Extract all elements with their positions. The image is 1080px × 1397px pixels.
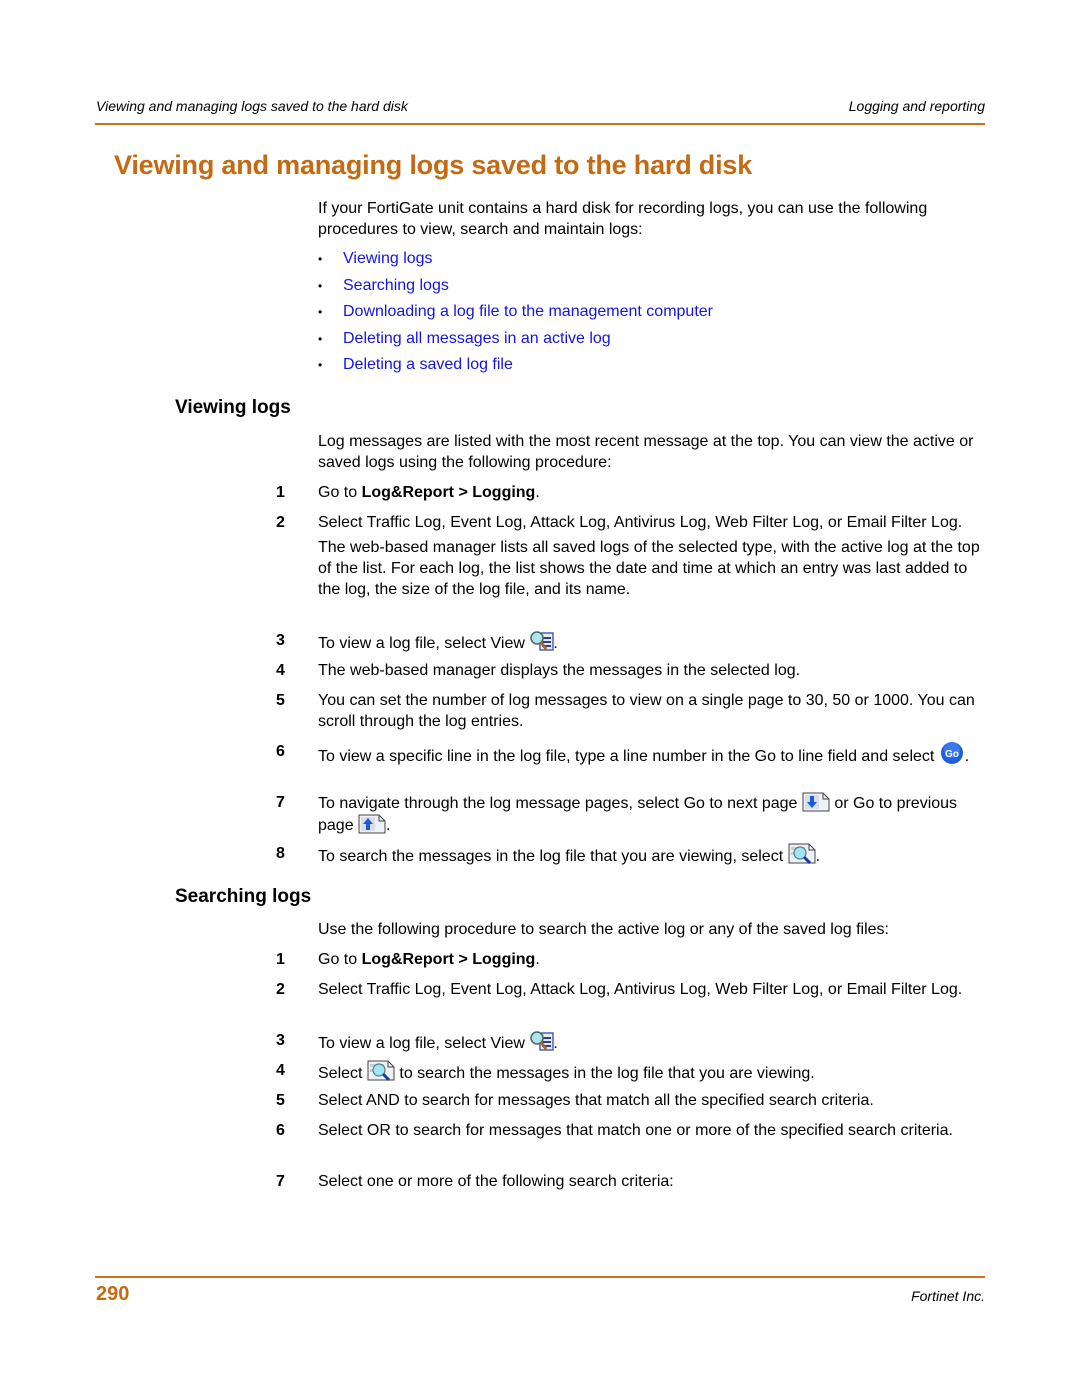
searching-step-2: 2 Select Traffic Log, Event Log, Attack … <box>276 979 991 1000</box>
viewing-step-8: 8 To search the messages in the log file… <box>276 843 991 867</box>
bullet-icon: • <box>318 278 323 293</box>
search-log-icon <box>367 1060 395 1082</box>
step-text: To view a log file, select View <box>318 635 530 652</box>
header-rule <box>95 123 985 125</box>
step-number: 6 <box>276 1122 285 1139</box>
searching-step-1: 1 Go to Log&Report > Logging. <box>276 949 991 970</box>
view-log-icon <box>529 630 554 651</box>
step-text: Select <box>318 1065 367 1082</box>
viewing-step-6: 6 To view a specific line in the log fil… <box>276 741 991 767</box>
viewing-step-2: 2 Select Traffic Log, Event Log, Attack … <box>276 512 991 600</box>
searching-step-7: 7 Select one or more of the following se… <box>276 1171 991 1192</box>
step-text: to search the messages in the log file t… <box>394 1065 815 1082</box>
searching-intro-block: Use the following procedure to search th… <box>318 919 988 940</box>
step-text: . <box>535 951 540 968</box>
viewing-step-1: 1 Go to Log&Report > Logging. <box>276 482 991 503</box>
step-number: 7 <box>276 1173 285 1190</box>
running-header-chapter: Logging and reporting <box>848 98 985 114</box>
list-item: • Downloading a log file to the managemen… <box>318 301 713 328</box>
searching-step-4: 4 Select to search the messages in the l… <box>276 1060 991 1084</box>
searching-step-5: 5 Select AND to search for messages that… <box>276 1090 991 1111</box>
step-text: Select OR to search for messages that ma… <box>318 1122 953 1139</box>
step-text: To view a specific line in the log file,… <box>318 748 939 765</box>
step-text: To navigate through the log message page… <box>318 795 802 812</box>
topic-link-list: • Viewing logs • Searching logs • Downloadi… <box>318 248 713 381</box>
link-deleting-saved-log[interactable]: Deleting a saved log file <box>343 356 513 373</box>
section-heading-viewing-logs: Viewing logs <box>175 397 291 418</box>
menu-path: Log&Report > Logging <box>361 484 536 501</box>
step-text: . <box>964 748 970 765</box>
footer-company: Fortinet Inc. <box>911 1288 985 1304</box>
step-text: Select one or more of the following sear… <box>318 1173 674 1190</box>
step-text: Select Traffic Log, Event Log, Attack Lo… <box>318 514 963 531</box>
step-text: Go to <box>318 951 362 968</box>
intro-paragraph: If your FortiGate unit contains a hard d… <box>318 200 928 238</box>
step-number: 2 <box>276 514 285 531</box>
menu-path: Log&Report > Logging <box>361 951 536 968</box>
list-item: • Viewing logs <box>318 248 713 275</box>
next-page-icon <box>802 792 830 812</box>
step-number: 3 <box>276 632 285 649</box>
step-number: 5 <box>276 1092 285 1109</box>
step-number: 7 <box>276 794 285 811</box>
link-searching-logs[interactable]: Searching logs <box>343 277 449 294</box>
list-item: • Deleting all messages in an active log <box>318 328 713 355</box>
step-text: . <box>386 817 391 834</box>
step-number: 3 <box>276 1032 285 1049</box>
viewing-step-4: 4 The web-based manager displays the mes… <box>276 660 991 681</box>
step-text: Go to <box>318 484 362 501</box>
running-header-section: Viewing and managing logs saved to the h… <box>96 98 408 114</box>
page-number: 290 <box>96 1283 130 1305</box>
viewing-step-7: 7 To navigate through the log message pa… <box>276 792 991 836</box>
step-text: Select Traffic Log, Event Log, Attack Lo… <box>318 981 963 998</box>
step-text: To search the messages in the log file t… <box>318 848 788 865</box>
step-text: . <box>815 848 821 865</box>
viewing-step-5: 5 You can set the number of log messages… <box>276 690 991 732</box>
viewing-intro-paragraph: Log messages are listed with the most re… <box>318 433 974 471</box>
view-log-icon <box>529 1030 554 1051</box>
viewing-intro-block: Log messages are listed with the most re… <box>318 431 988 473</box>
step-text: To view a log file, select View <box>318 1035 530 1052</box>
previous-page-icon <box>358 814 386 834</box>
searching-step-6: 6 Select OR to search for messages that … <box>276 1120 991 1141</box>
step-number: 2 <box>276 981 285 998</box>
step-text: . <box>535 484 540 501</box>
link-downloading-log-file[interactable]: Downloading a log file to the management… <box>343 303 713 320</box>
step-text: You can set the number of log messages t… <box>318 692 975 730</box>
list-item: • Searching logs <box>318 275 713 302</box>
bullet-icon: • <box>318 252 323 266</box>
intro-block: If your FortiGate unit contains a hard d… <box>318 198 988 240</box>
footer-rule <box>95 1276 985 1278</box>
step-text: The web-based manager displays the messa… <box>318 662 801 679</box>
step-number: 4 <box>276 662 285 679</box>
section-heading-searching-logs: Searching logs <box>175 886 312 907</box>
step-number: 6 <box>276 743 285 760</box>
bullet-icon: • <box>318 331 323 346</box>
go-icon-label: Go <box>945 749 959 760</box>
search-log-icon <box>788 843 816 865</box>
step-text: Select AND to search for messages that m… <box>318 1092 874 1109</box>
step-note: The web-based manager lists all saved lo… <box>318 539 980 598</box>
link-deleting-active-log[interactable]: Deleting all messages in an active log <box>343 330 611 347</box>
bullet-icon: • <box>318 358 323 372</box>
step-number: 1 <box>276 951 285 968</box>
viewing-step-3: 3 To view a log file, select View . <box>276 630 991 654</box>
list-item: • Deleting a saved log file <box>318 354 713 381</box>
page-title: Viewing and managing logs saved to the h… <box>114 150 753 180</box>
step-number: 8 <box>276 845 285 862</box>
searching-step-3: 3 To view a log file, select View . <box>276 1030 991 1054</box>
searching-intro-paragraph: Use the following procedure to search th… <box>318 921 889 938</box>
go-icon: Go <box>939 741 965 764</box>
step-number: 4 <box>276 1062 285 1079</box>
step-number: 5 <box>276 692 285 709</box>
bullet-icon: • <box>318 305 323 319</box>
link-viewing-logs[interactable]: Viewing logs <box>343 250 433 267</box>
step-number: 1 <box>276 484 285 501</box>
